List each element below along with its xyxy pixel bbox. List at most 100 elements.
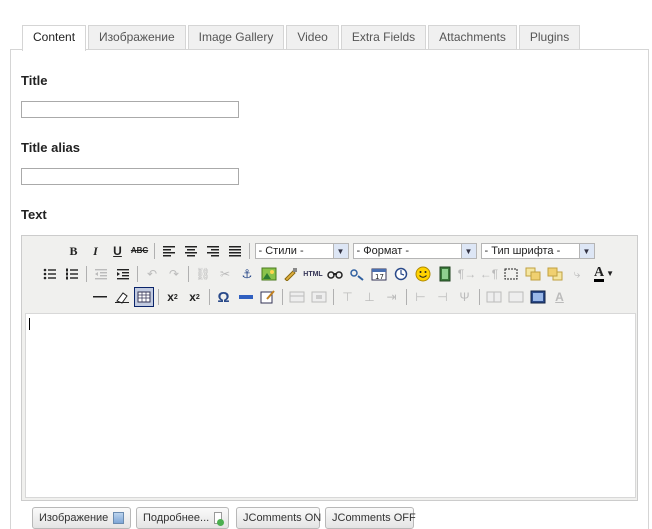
chevron-down-icon: ▼ [578, 244, 594, 258]
insert-row-after-icon[interactable]: ⊥ [360, 287, 380, 307]
insert-col-before-icon[interactable]: ⊢ [411, 287, 431, 307]
replace-icon[interactable] [347, 264, 367, 284]
emoticon-icon[interactable] [413, 264, 433, 284]
ltr-icon[interactable]: ¶→ [457, 264, 477, 284]
link-icon[interactable]: ⛓ [193, 264, 213, 284]
rtl-icon[interactable]: ←¶ [479, 264, 499, 284]
jcomments-on-button[interactable]: JComments ON [236, 507, 322, 529]
insert-col-after-icon[interactable]: ⊣ [433, 287, 453, 307]
insert-image-button[interactable]: Изображение [32, 507, 131, 529]
tab-bar: Content Изображение Image Gallery Video … [22, 25, 581, 51]
text-color-icon: A [593, 264, 605, 282]
indent-icon[interactable] [113, 264, 133, 284]
visual-aid-icon[interactable] [133, 287, 154, 307]
format-select-value: - Формат - [356, 245, 410, 257]
image-icon [113, 512, 124, 524]
jcomments-off-label: JComments OFF [332, 512, 416, 524]
insert-date-icon[interactable]: 17 [369, 264, 389, 284]
svg-text:17: 17 [375, 273, 384, 281]
cleanup-icon[interactable] [281, 264, 301, 284]
readmore-button[interactable]: Подробнее... [136, 507, 229, 529]
rich-text-editor: B I U ABC - Стили - ▼ - Формат - ▼ - Тип ш… [21, 235, 638, 501]
chevron-down-icon: ▼ [332, 244, 348, 258]
toolbar-separator [332, 289, 334, 305]
subscript-icon[interactable]: x2 [163, 287, 183, 307]
insert-row-before-icon[interactable]: ⊤ [338, 287, 358, 307]
toolbar-row-1: B I U ABC - Стили - ▼ - Формат - ▼ - Тип ш… [22, 240, 637, 262]
toolbar-separator [248, 243, 250, 259]
format-select[interactable]: - Формат - ▼ [352, 243, 477, 259]
title-label: Title [21, 73, 48, 88]
align-left-icon[interactable] [159, 241, 179, 261]
find-icon[interactable] [325, 264, 345, 284]
styles-select[interactable]: - Стили - ▼ [254, 243, 349, 259]
toolbar-separator [153, 243, 155, 259]
delete-col-icon[interactable]: Ψ [455, 287, 475, 307]
text-label: Text [21, 207, 47, 222]
tab-plugins[interactable]: Plugins [518, 25, 581, 50]
chevron-down-icon: ▼ [606, 269, 615, 278]
redo-icon[interactable]: ↷ [164, 264, 184, 284]
strikethrough-button[interactable]: ABC [130, 241, 150, 261]
chevron-down-icon: ▼ [460, 244, 476, 258]
spellcheck-icon[interactable]: A [550, 287, 570, 307]
insert-time-icon[interactable] [391, 264, 411, 284]
tab-video[interactable]: Video [286, 25, 339, 50]
merge-cells-icon[interactable] [506, 287, 526, 307]
tab-attachments[interactable]: Attachments [428, 25, 517, 50]
title-alias-label: Title alias [21, 140, 81, 155]
toolbar-separator [208, 289, 210, 305]
anchor-icon[interactable]: ⚓ [237, 264, 257, 284]
tab-extra-fields[interactable]: Extra Fields [340, 25, 427, 50]
tab-image[interactable]: Изображение [88, 25, 186, 50]
title-input[interactable] [21, 101, 239, 118]
bullet-list-icon[interactable] [40, 264, 60, 284]
advanced-hr-icon[interactable] [236, 287, 256, 307]
align-center-icon[interactable] [181, 241, 201, 261]
font-family-select[interactable]: - Тип шрифта - ▼ [480, 243, 595, 259]
numbered-list-icon[interactable] [62, 264, 82, 284]
align-right-icon[interactable] [203, 241, 223, 261]
text-caret [29, 318, 30, 330]
editor-content-area[interactable] [25, 313, 636, 498]
layer-icon[interactable] [501, 264, 521, 284]
bold-button[interactable]: B [64, 241, 84, 261]
unlink-icon[interactable]: ✂ [215, 264, 235, 284]
italic-button[interactable]: I [86, 241, 106, 261]
delete-row-icon[interactable]: ⇥ [382, 287, 402, 307]
special-char-button[interactable]: Ω [214, 287, 234, 307]
underline-button[interactable]: U [108, 241, 128, 261]
tab-image-gallery[interactable]: Image Gallery [187, 25, 285, 50]
fullscreen-icon[interactable] [528, 287, 548, 307]
jcomments-off-button[interactable]: JComments OFF [325, 507, 416, 529]
split-cells-icon[interactable] [484, 287, 504, 307]
styles-select-value: - Стили - [258, 245, 304, 257]
tab-content[interactable]: Content [22, 25, 87, 51]
toolbar-row-3: x2 x2 Ω ⊤ ⊥ ⇥ ⊢ ⊣ Ψ A [22, 286, 637, 308]
table-row-props-icon[interactable] [287, 287, 307, 307]
absolute-position-icon[interactable]: ⤷ [567, 264, 587, 284]
readmore-button-label: Подробнее... [143, 512, 210, 524]
superscript-icon[interactable]: x2 [185, 287, 205, 307]
toolbar-separator [405, 289, 407, 305]
jcomments-on-label: JComments ON [243, 512, 322, 524]
insert-image-icon[interactable] [259, 264, 279, 284]
edit-attributes-icon[interactable] [258, 287, 278, 307]
toolbar-separator [478, 289, 480, 305]
align-justify-icon[interactable] [225, 241, 245, 261]
text-color-button[interactable]: A ▼ [589, 264, 619, 284]
title-alias-input[interactable] [21, 168, 239, 185]
remove-format-icon[interactable] [112, 287, 132, 307]
font-family-select-value: - Тип шрифта - [484, 245, 561, 257]
toolbar-separator [281, 289, 283, 305]
horizontal-rule-icon[interactable] [90, 287, 110, 307]
html-source-button[interactable]: HTML [303, 264, 323, 284]
insert-media-icon[interactable] [435, 264, 455, 284]
toolbar-row-2: ↶ ↷ ⛓ ✂ ⚓ HTML 17 ¶→ ←¶ ⤷ A ▼ [22, 263, 637, 285]
table-cell-props-icon[interactable] [309, 287, 329, 307]
move-backward-icon[interactable] [545, 264, 565, 284]
insert-image-button-label: Изображение [39, 512, 109, 524]
move-forward-icon[interactable] [523, 264, 543, 284]
undo-icon[interactable]: ↶ [142, 264, 162, 284]
outdent-icon[interactable] [91, 264, 111, 284]
